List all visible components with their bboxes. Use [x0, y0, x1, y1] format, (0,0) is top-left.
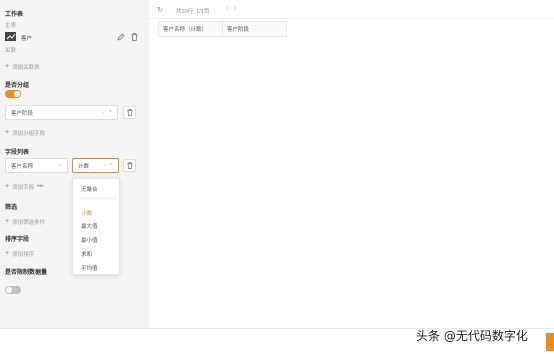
add-group-field-link[interactable]: + 添加分组字段 [5, 129, 45, 137]
plus-icon: + [5, 63, 10, 70]
preview-panel: ↻ 共10行, 1/1页 ‹ › [149, 0, 554, 328]
add-filter-link[interactable]: + 添加筛选条件 [5, 218, 45, 226]
add-filter-label: 添加筛选条件 [12, 220, 46, 226]
primary-table-name: 客户 [21, 36, 33, 42]
column-header[interactable]: 客户阶段 [222, 21, 287, 37]
group-field-select[interactable]: 客户阶段 ⌵ × [5, 105, 118, 120]
plus-icon: + [5, 129, 10, 136]
prev-page-icon[interactable]: ‹ [226, 5, 228, 12]
clear-icon[interactable]: × [109, 109, 112, 116]
plus-icon: + [5, 250, 10, 257]
trash-icon [126, 162, 133, 169]
group-field-value: 客户阶段 [11, 110, 34, 117]
limit-title: 是否限制数据量 [5, 270, 48, 276]
accent-button[interactable] [546, 333, 554, 351]
field-name-select[interactable]: 客户名称 ⌵ [5, 158, 68, 173]
delete-icon[interactable] [131, 33, 138, 43]
add-group-field-label: 添加分组字段 [12, 131, 46, 137]
aggregate-select[interactable]: 计数 ⌵ × [72, 158, 119, 173]
chevron-down-icon: ⌵ [101, 109, 106, 115]
watermark: 头条 @无代码数字化 [416, 329, 528, 343]
chevron-down-icon: ⌵ [57, 162, 62, 168]
refresh-icon[interactable]: ↻ [157, 6, 163, 14]
group-delete-button[interactable] [123, 106, 136, 119]
chevron-down-icon: ⌵ [102, 162, 107, 168]
sort-title: 排序字段 [5, 237, 30, 243]
add-sort-label: 添加排序 [12, 252, 35, 258]
pagination-text: 共10行, 1/1页 [176, 9, 210, 15]
plus-icon: + [5, 183, 10, 190]
more-icon[interactable]: ••• [37, 184, 43, 190]
clear-icon[interactable]: × [110, 162, 113, 169]
workspace-title: 工作表 [5, 12, 24, 18]
field-name-value: 客户名称 [11, 163, 34, 170]
fields-title: 字段列表 [5, 150, 30, 156]
dropdown-option-avg[interactable]: 平均值 [81, 264, 98, 272]
field-delete-button[interactable] [123, 159, 136, 172]
group-toggle[interactable] [5, 90, 21, 98]
add-field-link[interactable]: + 添加字段 ••• [5, 183, 43, 191]
related-table-label: 关联 [5, 48, 17, 54]
group-title: 是否分组 [5, 83, 30, 89]
dropdown-option-none[interactable]: 无聚合 [81, 185, 98, 193]
add-related-link[interactable]: + 添加关联表 [5, 63, 40, 71]
add-field-label: 添加字段 [12, 185, 35, 191]
dropdown-option-max[interactable]: 最大值 [81, 222, 98, 230]
add-sort-link[interactable]: + 添加排序 [5, 250, 34, 258]
dropdown-option-min[interactable]: 最小值 [81, 236, 98, 244]
toolbar-divider [149, 18, 554, 19]
table-header-row: 客户名称（计数） 客户阶段 [158, 21, 287, 37]
aggregate-dropdown: 无聚合 计数 最大值 最小值 求和 平均值 [72, 178, 120, 275]
dropdown-divider [79, 198, 115, 199]
next-page-icon[interactable]: › [234, 5, 236, 12]
add-related-label: 添加关联表 [12, 65, 40, 71]
column-header[interactable]: 客户名称（计数） [158, 21, 223, 37]
filter-title: 筛选 [5, 205, 18, 211]
trash-icon [126, 109, 133, 116]
dropdown-option-count[interactable]: 计数 [81, 209, 92, 217]
table-icon [5, 32, 16, 43]
limit-toggle[interactable] [5, 286, 21, 294]
primary-table-label: 主表 [5, 23, 17, 29]
config-sidebar: 工作表 主表 客户 关联 + 添加关联表 是否分组 客户阶段 ⌵ × + 添加分组… [0, 0, 149, 328]
preview-table: 客户名称（计数） 客户阶段 [158, 21, 287, 37]
dropdown-option-sum[interactable]: 求和 [81, 250, 92, 258]
edit-icon[interactable] [117, 33, 125, 43]
plus-icon: + [5, 218, 10, 225]
aggregate-value: 计数 [78, 163, 90, 170]
